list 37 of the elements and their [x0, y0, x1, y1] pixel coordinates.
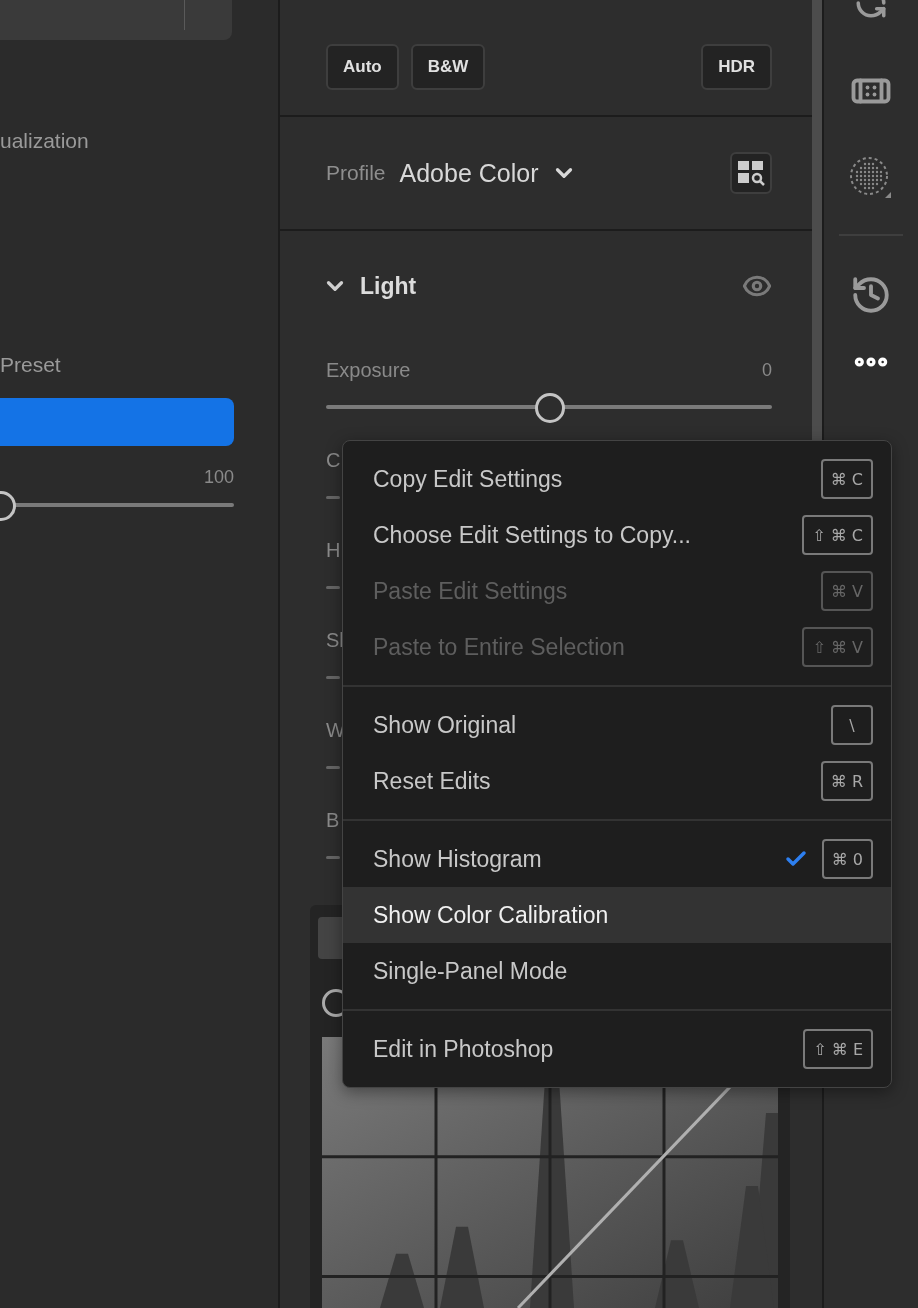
light-section-toggle[interactable]: Light [322, 272, 417, 300]
slider-label: Exposure [326, 358, 411, 382]
menu-item[interactable]: Show Color Calibration [343, 887, 891, 943]
grid-search-icon [736, 158, 766, 188]
edit-button[interactable]: B&W [410, 43, 486, 90]
shortcut-key: \ [831, 705, 873, 745]
menu-item[interactable]: Show Histogram ⌘ 0 [343, 831, 891, 887]
slider-label: C [326, 448, 341, 472]
scrollbar-thumb[interactable] [812, 0, 822, 440]
menu-item[interactable]: Copy Edit Settings ⌘ C [343, 451, 891, 507]
history-icon[interactable] [850, 274, 892, 316]
shortcut-key: ⌘ R [820, 761, 873, 801]
slider-label: H [326, 538, 341, 562]
preset-label: Preset [0, 353, 62, 377]
profile-label: Profile [326, 161, 386, 185]
slider-label: B [326, 808, 340, 832]
dotted-circle-icon[interactable] [849, 156, 893, 200]
edit-button[interactable]: Auto [326, 43, 399, 90]
shortcut-key: ⇧ ⌘ V [802, 627, 873, 667]
slider-thumb[interactable] [535, 393, 565, 423]
section-label: ualization [0, 129, 90, 153]
shortcut-key: ⇧ ⌘ C [802, 515, 873, 555]
amount-value: 100 [203, 466, 234, 488]
slider-label: Sl [326, 628, 344, 652]
slider-value: 0 [762, 359, 772, 381]
menu-item[interactable]: Edit in Photoshop ⇧ ⌘ E [343, 1021, 891, 1077]
menu-item[interactable]: Reset Edits ⌘ R [343, 753, 891, 809]
shortcut-key: ⌘ V [820, 571, 873, 611]
hdr-button[interactable]: HDR [701, 43, 772, 90]
profile-dropdown[interactable]: Adobe Color [399, 158, 577, 188]
profile-browser-button[interactable] [730, 152, 772, 194]
menu-item[interactable]: Choose Edit Settings to Copy... ⇧ ⌘ C [343, 507, 891, 563]
shortcut-key: ⇧ ⌘ E [803, 1029, 873, 1069]
menu-item[interactable]: Show Original \ [343, 697, 891, 753]
shortcut-key: ⌘ 0 [821, 839, 873, 879]
menu-item[interactable]: Single-Panel Mode [343, 943, 891, 999]
shortcut-key: ⌘ C [820, 459, 873, 499]
